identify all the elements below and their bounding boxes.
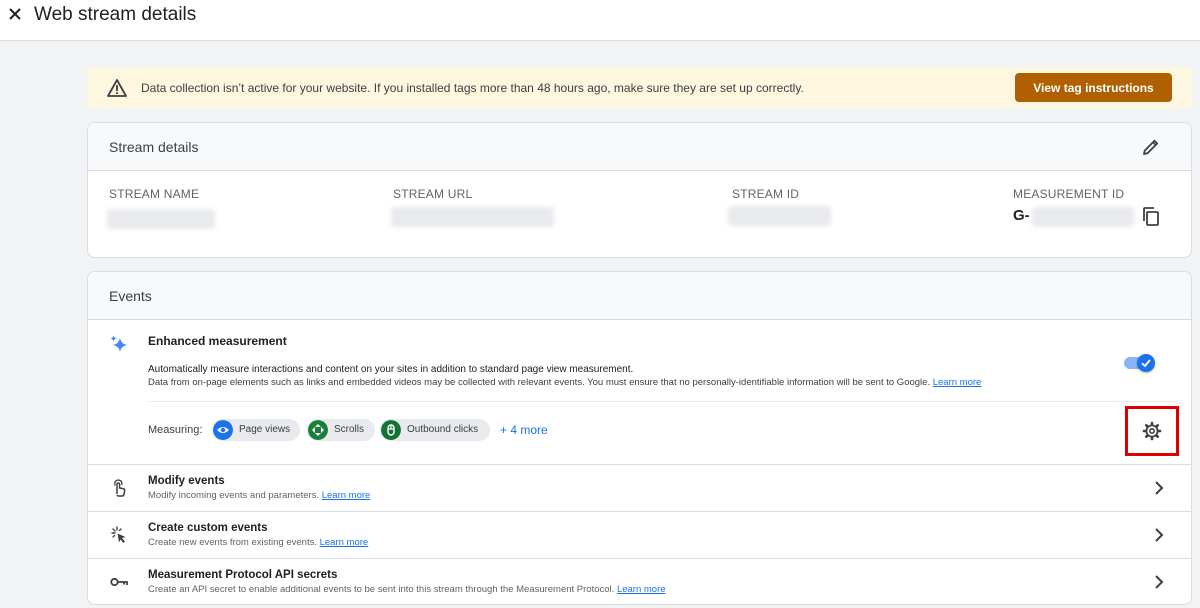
copy-icon[interactable] <box>1141 206 1161 228</box>
enhanced-learn-more-link[interactable]: Learn more <box>933 377 982 388</box>
key-icon <box>110 577 128 587</box>
toggle-knob <box>1137 354 1155 372</box>
cursor-click-icon <box>111 526 126 543</box>
api-secrets-row[interactable]: Measurement Protocol API secrets Create … <box>88 558 1191 604</box>
stream-name-value-redacted <box>107 209 215 229</box>
stream-url-value-redacted <box>391 207 554 227</box>
chip-page-views-label: Page views <box>239 424 291 435</box>
more-measurements-link[interactable]: + 4 more <box>500 423 548 437</box>
settings-highlight[interactable] <box>1125 406 1179 456</box>
measurement-id-value-redacted <box>1032 207 1134 227</box>
modify-events-desc-text: Modify incoming events and parameters. <box>148 490 320 501</box>
chevron-right-icon[interactable] <box>1151 573 1167 591</box>
enhanced-note-text: Data from on-page elements such as links… <box>148 377 931 388</box>
chip-page-views: Page views <box>212 419 300 441</box>
pencil-icon[interactable] <box>1141 137 1161 157</box>
warning-icon <box>107 79 127 97</box>
page-title: Web stream details <box>34 4 197 25</box>
top-bar: Web stream details <box>0 0 1200 41</box>
create-custom-events-row[interactable]: Create custom events Create new events f… <box>88 511 1191 558</box>
measuring-label: Measuring: <box>148 424 203 436</box>
modify-events-title: Modify events <box>148 475 225 487</box>
modify-events-row[interactable]: Modify events Modify incoming events and… <box>88 464 1191 511</box>
chevron-right-icon[interactable] <box>1151 526 1167 544</box>
enhanced-measurement-note: Data from on-page elements such as links… <box>148 377 981 388</box>
stream-id-label: STREAM ID <box>732 187 800 201</box>
create-custom-events-desc-text: Create new events from existing events. <box>148 537 317 548</box>
close-icon[interactable] <box>5 4 25 24</box>
stream-name-label: STREAM NAME <box>109 187 200 201</box>
events-title: Events <box>109 288 152 304</box>
create-custom-events-learn-more[interactable]: Learn more <box>320 537 369 548</box>
touch-icon <box>114 479 126 497</box>
sparkle-icon <box>110 335 127 352</box>
chip-scrolls: Scrolls <box>307 419 375 441</box>
chip-scrolls-label: Scrolls <box>334 424 365 435</box>
mouse-icon <box>381 420 401 440</box>
gear-icon[interactable] <box>1142 421 1162 441</box>
enhanced-measurement-title: Enhanced measurement <box>148 334 287 348</box>
check-icon <box>1141 359 1151 368</box>
api-secrets-title: Measurement Protocol API secrets <box>148 569 338 581</box>
events-card: Events Enhanced measurement Automaticall… <box>87 271 1192 605</box>
stream-details-header: Stream details <box>88 123 1191 171</box>
create-custom-events-description: Create new events from existing events. … <box>148 537 368 548</box>
enhanced-divider <box>148 401 1178 402</box>
stream-details-title: Stream details <box>109 139 199 155</box>
modify-events-description: Modify incoming events and parameters. L… <box>148 490 370 501</box>
api-secrets-description: Create an API secret to enable additiona… <box>148 584 666 595</box>
modify-events-learn-more[interactable]: Learn more <box>322 490 371 501</box>
chevron-right-icon[interactable] <box>1151 479 1167 497</box>
stream-url-label: STREAM URL <box>393 187 473 201</box>
measurement-id-prefix: G- <box>1013 207 1030 224</box>
eye-icon <box>213 420 233 440</box>
api-secrets-learn-more[interactable]: Learn more <box>617 584 666 595</box>
warning-banner: Data collection isn’t active for your we… <box>87 67 1192 108</box>
api-secrets-desc-text: Create an API secret to enable additiona… <box>148 584 615 595</box>
chip-outbound-clicks-label: Outbound clicks <box>407 424 479 435</box>
stream-id-value-redacted <box>728 206 831 226</box>
events-header: Events <box>88 272 1191 320</box>
move-icon <box>308 420 328 440</box>
enhanced-measurement-description: Automatically measure interactions and c… <box>148 364 634 375</box>
create-custom-events-title: Create custom events <box>148 522 268 534</box>
enhanced-measurement-toggle[interactable] <box>1124 354 1156 372</box>
view-tag-instructions-button[interactable]: View tag instructions <box>1015 73 1172 102</box>
banner-message: Data collection isn’t active for your we… <box>141 81 804 95</box>
stream-details-card: Stream details STREAM NAME STREAM URL ST… <box>87 122 1192 258</box>
measurement-id-label: MEASUREMENT ID <box>1013 187 1125 201</box>
chip-outbound-clicks: Outbound clicks <box>380 419 490 441</box>
